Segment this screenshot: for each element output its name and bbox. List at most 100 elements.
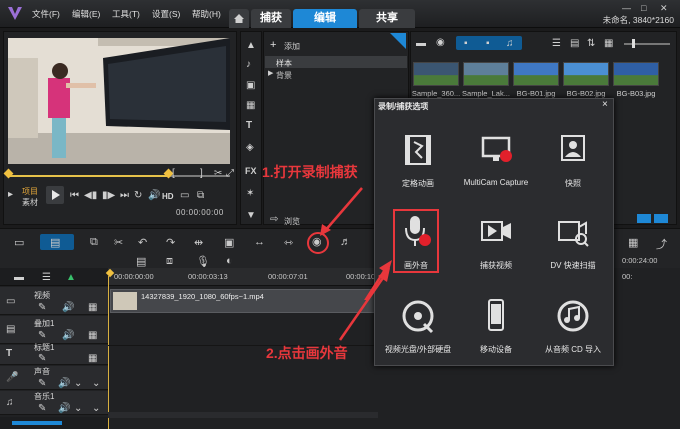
overlay-grid-icon[interactable]: ▦ bbox=[88, 330, 97, 341]
thumbnail-3[interactable] bbox=[513, 62, 559, 86]
menu-file[interactable]: 文件(F) bbox=[32, 8, 60, 20]
track-settings-icon[interactable]: ▬ bbox=[14, 272, 24, 283]
sort-icon[interactable]: ⇅ bbox=[587, 38, 595, 49]
scroll-up-icon[interactable]: ▲ bbox=[246, 40, 256, 51]
thumbnail-2[interactable] bbox=[463, 62, 509, 86]
subtitle-icon[interactable]: ▤ bbox=[136, 255, 146, 268]
go-end-icon[interactable]: ⏭ bbox=[120, 190, 129, 201]
track-list-icon[interactable]: ☰ bbox=[42, 272, 51, 283]
thumbnail-view-icon[interactable]: ▦ bbox=[604, 38, 613, 49]
track-grid-icon[interactable]: ▦ bbox=[88, 302, 97, 313]
go-start-icon[interactable]: ⏮ bbox=[70, 190, 79, 201]
tools-icon[interactable]: ✂ bbox=[114, 236, 123, 249]
mic-toolbar-icon[interactable]: 🎙 bbox=[196, 255, 210, 268]
project-mode-label[interactable]: 项目 bbox=[22, 186, 38, 197]
fx-icon[interactable]: FX bbox=[245, 166, 257, 176]
tree-item-background[interactable]: 背景 bbox=[276, 70, 292, 81]
timecode-display[interactable]: 00:00:00:00 bbox=[176, 208, 224, 217]
fit-icon[interactable]: ▭ bbox=[180, 190, 189, 201]
dialog-close-button[interactable]: × bbox=[602, 99, 608, 110]
menu-edit[interactable]: 编辑(E) bbox=[72, 8, 100, 20]
mark-in-icon[interactable]: [ bbox=[172, 168, 175, 179]
music-expand-icon[interactable]: ⌄ bbox=[74, 403, 82, 414]
track-edit-icon[interactable]: ✎ bbox=[38, 302, 46, 313]
menu-tools[interactable]: 工具(T) bbox=[112, 8, 140, 20]
mark-out-icon[interactable]: ] bbox=[200, 168, 203, 179]
add-icon[interactable]: + bbox=[270, 39, 276, 51]
title-grid-icon[interactable]: ▦ bbox=[88, 353, 97, 364]
export-icon[interactable]: ⤴ bbox=[656, 236, 667, 252]
clip-mode-label[interactable]: 素材 bbox=[22, 197, 38, 208]
filter-photo-icon[interactable]: ▪ bbox=[486, 38, 490, 49]
title-edit-icon[interactable]: ✎ bbox=[38, 353, 46, 364]
overlay-mute-icon[interactable]: 🔊 bbox=[62, 330, 74, 341]
zoom-scrollbar[interactable] bbox=[12, 421, 62, 425]
prev-frame-icon[interactable]: ◀▮ bbox=[84, 190, 97, 201]
multicam-capture-option[interactable]: MultiCam Capture bbox=[456, 130, 536, 187]
media-icon[interactable]: ♪ bbox=[246, 59, 251, 70]
close-button[interactable]: ✕ bbox=[660, 3, 668, 14]
thumbnail-4[interactable] bbox=[563, 62, 609, 86]
track-manager-icon[interactable]: ⇿ bbox=[284, 236, 293, 249]
hd-label[interactable]: HD bbox=[162, 192, 174, 201]
list-view-icon[interactable]: ☰ bbox=[552, 38, 561, 49]
voice-collapse-icon[interactable]: ⌄ bbox=[92, 378, 100, 389]
music-edit-icon[interactable]: ✎ bbox=[38, 403, 46, 414]
voice-expand-icon[interactable]: ⌄ bbox=[74, 378, 82, 389]
grid-view-icon[interactable]: ▤ bbox=[570, 38, 579, 49]
home-tab[interactable] bbox=[229, 9, 249, 28]
filter-video-icon[interactable]: ▪ bbox=[464, 38, 468, 49]
title-icon[interactable]: T bbox=[246, 120, 252, 131]
voice-mute-icon[interactable]: 🔊 bbox=[58, 378, 70, 389]
redo-icon[interactable]: ↷ bbox=[166, 236, 175, 249]
add-folder-button[interactable]: 添加 bbox=[284, 41, 300, 52]
timeline-hscroll[interactable] bbox=[108, 412, 378, 418]
menu-settings[interactable]: 设置(S) bbox=[152, 8, 180, 20]
overlay-edit-icon[interactable]: ✎ bbox=[38, 330, 46, 341]
add-track-icon[interactable]: ▲ bbox=[66, 272, 76, 283]
enlarge-icon[interactable]: ⤢ bbox=[226, 168, 234, 179]
library-close-icon[interactable] bbox=[654, 214, 668, 223]
browse-icon[interactable]: ⇨ bbox=[270, 214, 278, 225]
tree-item-samples[interactable]: 样本 bbox=[276, 58, 292, 69]
next-frame-icon[interactable]: ▮▶ bbox=[102, 190, 115, 201]
track-mute-icon[interactable]: 🔊 bbox=[62, 302, 74, 313]
dv-scan-option[interactable]: DV 快速扫描 bbox=[533, 212, 613, 271]
motion-icon[interactable]: ↔ bbox=[254, 236, 265, 248]
library-options-icon[interactable] bbox=[637, 214, 651, 223]
audio-cd-option[interactable]: 从音频 CD 导入 bbox=[533, 296, 613, 355]
import-folder-icon[interactable]: ▬ bbox=[416, 38, 426, 49]
transition-icon[interactable]: ▦ bbox=[246, 100, 255, 111]
tab-edit[interactable]: 编辑 bbox=[293, 9, 357, 28]
music-mute-icon[interactable]: 🔊 bbox=[58, 403, 70, 414]
capture-video-option[interactable]: 捕获视频 bbox=[456, 212, 536, 271]
fit-timeline-icon[interactable]: ⇹ bbox=[194, 236, 203, 249]
browse-button[interactable]: 浏览 bbox=[284, 216, 300, 227]
thumb-size-handle[interactable] bbox=[632, 39, 635, 48]
mask-icon[interactable]: ◐ bbox=[226, 255, 233, 267]
tab-capture[interactable]: 捕获 bbox=[251, 9, 291, 28]
menu-help[interactable]: 帮助(H) bbox=[192, 8, 221, 20]
path-icon[interactable]: ✶ bbox=[246, 188, 254, 199]
thumb-size-slider[interactable] bbox=[624, 43, 670, 45]
storyboard-view-icon[interactable]: ▭ bbox=[14, 236, 24, 249]
thumbnail-5[interactable] bbox=[613, 62, 659, 86]
voice-edit-icon[interactable]: ✎ bbox=[38, 378, 46, 389]
music-collapse-icon[interactable]: ⌄ bbox=[92, 403, 100, 414]
record-icon[interactable]: ◉ bbox=[436, 37, 445, 48]
copy-icon[interactable]: ⧉ bbox=[197, 190, 204, 201]
crop-icon[interactable]: ▣ bbox=[224, 236, 234, 249]
mobile-device-option[interactable]: 移动设备 bbox=[456, 296, 536, 355]
zoom-fit-icon[interactable]: ▦ bbox=[628, 236, 638, 249]
scroll-down-icon[interactable]: ▼ bbox=[246, 210, 256, 221]
clipboard-icon[interactable]: ⧉ bbox=[90, 236, 98, 249]
filter-audio-icon[interactable]: ♫ bbox=[506, 38, 514, 49]
instant-project-icon[interactable]: ▣ bbox=[246, 80, 255, 91]
maximize-button[interactable]: □ bbox=[641, 3, 646, 13]
graphics-icon[interactable]: ◈ bbox=[246, 142, 254, 153]
thumbnail-1[interactable] bbox=[413, 62, 459, 86]
play-button[interactable] bbox=[46, 186, 64, 204]
expand-icon[interactable]: ▶ bbox=[268, 69, 273, 77]
preview-video[interactable] bbox=[8, 38, 230, 164]
tab-share[interactable]: 共享 bbox=[359, 9, 415, 28]
